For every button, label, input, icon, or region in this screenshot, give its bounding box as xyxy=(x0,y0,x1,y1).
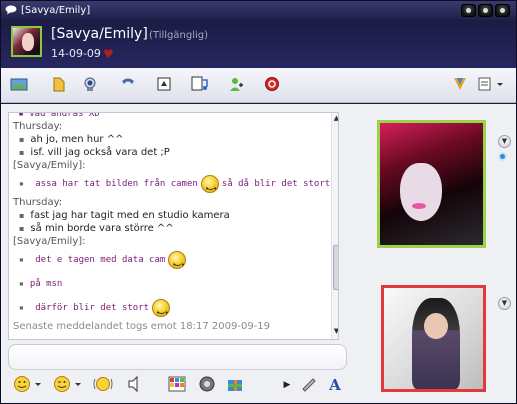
chat-message: fast jag har tagit med en studio kamera xyxy=(13,209,328,222)
webcam-icon[interactable] xyxy=(80,76,100,96)
chat-message: assa har tat bilden från camen så då blir… xyxy=(13,172,338,201)
smiley-emoticon-icon xyxy=(200,174,219,201)
voice-clip-icon[interactable] xyxy=(125,375,145,395)
chat-message: så min borde vara större ^^ xyxy=(13,222,328,235)
window-title: [Savya/Emily] xyxy=(21,5,91,16)
chat-line-partial: ▪ vad ändras XD xyxy=(13,112,100,119)
close-button[interactable] xyxy=(495,4,510,17)
chat-scrollbar[interactable]: ▲ ▼ xyxy=(331,113,338,339)
heart-icon: ♥ xyxy=(103,47,114,61)
formatting-toolbar: ▶ A xyxy=(1,369,351,401)
phone-icon[interactable] xyxy=(118,76,138,96)
handwriting-icon[interactable] xyxy=(299,375,319,395)
own-display-picture xyxy=(381,285,486,392)
chat-sender: Thursday: xyxy=(13,197,63,208)
font-icon[interactable]: A xyxy=(325,375,345,395)
background-icon[interactable] xyxy=(167,375,187,395)
chat-message: isf. vill jag också vara det ;P xyxy=(13,146,328,159)
title-bar[interactable]: [Savya/Emily] xyxy=(1,1,516,20)
folder-icon[interactable] xyxy=(49,76,69,96)
minimize-button[interactable] xyxy=(461,4,476,17)
messenger-icon xyxy=(5,5,17,15)
action-toolbar xyxy=(1,68,516,103)
expand-down-icon[interactable]: ▼ xyxy=(498,297,511,310)
games-icon[interactable] xyxy=(450,76,470,96)
expand-down-icon[interactable]: ▼ xyxy=(498,135,511,148)
speaker-icon[interactable] xyxy=(197,375,217,395)
chat-message: på msn xyxy=(13,272,328,296)
more-tools-icon[interactable]: ▶ xyxy=(281,375,293,395)
contact-video-feed xyxy=(377,120,486,248)
chat-sender: [Savya/Emily]: xyxy=(13,236,86,247)
block-icon[interactable] xyxy=(262,76,282,96)
maximize-button[interactable] xyxy=(478,4,493,17)
status-dot-icon xyxy=(498,152,507,161)
invite-contact-icon[interactable] xyxy=(226,76,246,96)
chat-message: ah jo, men hur ^^ xyxy=(13,133,328,146)
more-menu-icon[interactable] xyxy=(476,76,508,96)
contact-header: [Savya/Emily] (Tillgänglig) 14-09-09 ♥ xyxy=(1,20,516,68)
scroll-down-icon[interactable]: ▼ xyxy=(333,327,338,335)
chat-message: därför blir det stort xyxy=(13,296,328,325)
contact-name: [Savya/Emily] xyxy=(51,26,148,42)
smiley-emoticon-icon xyxy=(152,298,171,325)
chat-sender: [Savya/Emily]: xyxy=(13,160,86,171)
gift-icon[interactable] xyxy=(225,375,245,395)
chat-message-text: assa har tat bilden från camen xyxy=(35,179,198,189)
photo-share-icon[interactable] xyxy=(9,76,29,96)
message-input[interactable] xyxy=(8,344,347,370)
chat-message: det e tagen med data cam xyxy=(13,248,328,277)
share-music-icon[interactable] xyxy=(190,76,210,96)
contact-personal-message: 14-09-09 xyxy=(51,47,101,60)
emoticon-icon[interactable] xyxy=(13,375,43,395)
smiley-emoticon-icon xyxy=(168,250,187,277)
last-message-info: Senaste meddelandet togs emot 18:17 2009… xyxy=(13,321,271,332)
chat-message-text: det e tagen med data cam xyxy=(35,255,166,265)
chat-message-text: därför blir det stort xyxy=(35,303,150,313)
video-call-icon[interactable] xyxy=(154,76,174,96)
contact-avatar[interactable] xyxy=(11,26,42,57)
nudge-icon[interactable] xyxy=(93,375,113,395)
scroll-up-icon[interactable]: ▲ xyxy=(333,114,338,122)
conversation-body: ▪ vad ändras XD Thursday: ah jo, men hur… xyxy=(1,104,516,403)
chat-messages: ▪ vad ändras XD Thursday: ah jo, men hur… xyxy=(13,112,338,325)
scroll-thumb[interactable] xyxy=(333,245,338,290)
chat-history[interactable]: ▪ vad ändras XD Thursday: ah jo, men hur… xyxy=(8,112,339,340)
chat-message-text: så då blir det stort xyxy=(221,179,331,189)
wink-icon[interactable] xyxy=(53,375,83,395)
chat-sender: Thursday: xyxy=(13,121,63,132)
contact-status: (Tillgänglig) xyxy=(149,30,209,41)
messenger-window: [Savya/Emily] [Savya/Emily] (Tillgänglig… xyxy=(0,0,517,404)
